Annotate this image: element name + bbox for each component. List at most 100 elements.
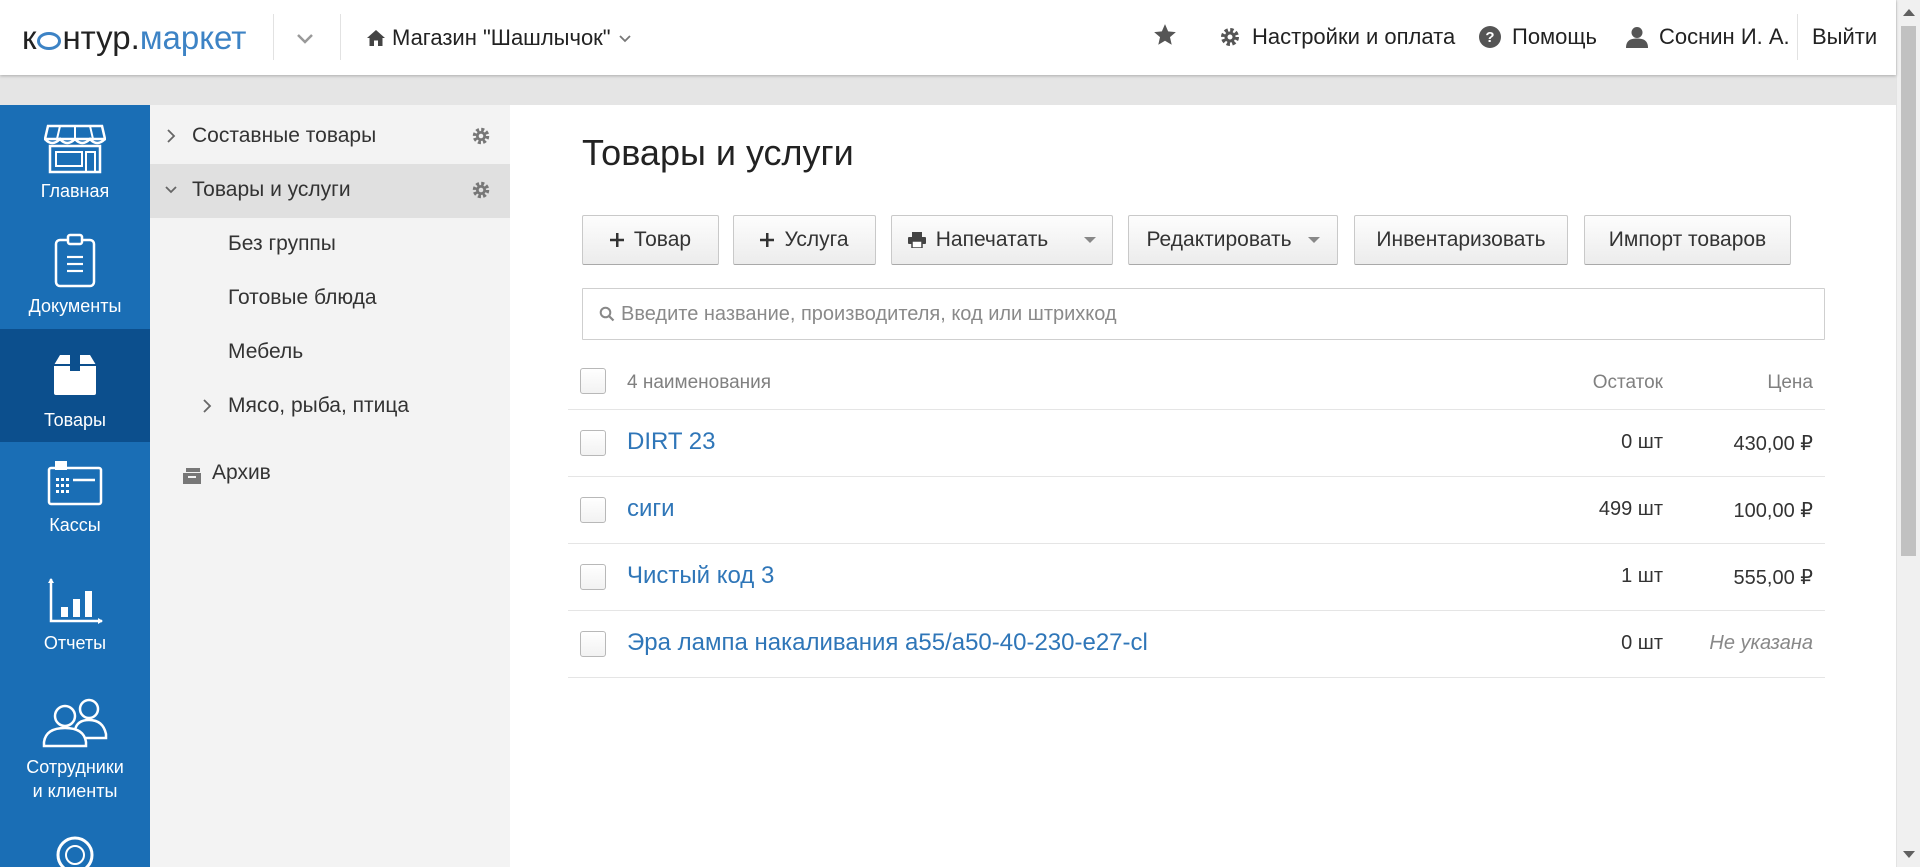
search-input[interactable] bbox=[621, 301, 1801, 327]
favorites-button[interactable] bbox=[1152, 22, 1178, 53]
product-search-box[interactable] bbox=[582, 288, 1825, 340]
add-product-button[interactable]: Товар bbox=[582, 215, 719, 265]
store-selector[interactable]: Магазин "Шашлычок" bbox=[366, 25, 633, 51]
product-price: Не указана bbox=[1709, 632, 1813, 654]
main-content: Товары и услуги Товар Услуга Напечатать … bbox=[510, 105, 1896, 867]
row-checkbox[interactable] bbox=[580, 497, 606, 523]
nav-item-products[interactable]: Товары bbox=[0, 329, 150, 442]
product-price: 100,00 ₽ bbox=[1733, 500, 1813, 522]
group-item-goods-and-services[interactable]: Товары и услуги bbox=[150, 164, 510, 218]
chevron-right-icon[interactable] bbox=[200, 396, 214, 416]
scroll-down-arrow-icon[interactable] bbox=[1903, 851, 1915, 858]
logo-dot: . bbox=[130, 19, 140, 56]
nav-item-label: Документы bbox=[28, 296, 122, 316]
user-icon bbox=[1626, 27, 1648, 48]
logo-ring-icon bbox=[37, 32, 62, 50]
plus-icon bbox=[609, 233, 624, 247]
shop-icon bbox=[44, 124, 106, 174]
nav-item-more[interactable] bbox=[0, 835, 150, 867]
svg-text:?: ? bbox=[1485, 29, 1494, 46]
gear-icon[interactable] bbox=[470, 125, 492, 147]
product-name-link[interactable]: Чистый код 3 bbox=[627, 562, 774, 590]
group-item-furniture[interactable]: Мебель bbox=[150, 326, 510, 380]
nav-item-home[interactable]: Главная bbox=[0, 105, 150, 217]
button-label: Инвентаризовать bbox=[1376, 228, 1546, 251]
product-price: 430,00 ₽ bbox=[1733, 433, 1813, 455]
page-scrollbar[interactable] bbox=[1896, 0, 1920, 867]
scrollbar-thumb[interactable] bbox=[1901, 26, 1916, 556]
button-label: Товар bbox=[633, 228, 692, 251]
column-header-price[interactable]: Цена bbox=[1767, 372, 1813, 394]
button-label: Напечатать bbox=[935, 228, 1049, 251]
column-header-stock[interactable]: Остаток bbox=[1593, 372, 1663, 394]
group-item-archive[interactable]: Архив bbox=[150, 447, 510, 501]
nav-item-staff-and-clients[interactable]: Сотрудники и клиенты bbox=[0, 666, 150, 816]
products-table: 4 наименования Остаток Цена DIRT 23 0 шт… bbox=[568, 355, 1825, 678]
group-item-composite-products[interactable]: Составные товары bbox=[150, 110, 510, 164]
help-circle-icon bbox=[56, 836, 94, 867]
import-products-button[interactable]: Импорт товаров bbox=[1584, 215, 1791, 265]
chevron-down-icon[interactable] bbox=[162, 180, 180, 200]
caret-down-icon bbox=[1084, 237, 1097, 243]
help-label: Помощь bbox=[1512, 24, 1597, 49]
settings-label: Настройки и оплата bbox=[1252, 24, 1456, 49]
group-label: Мебель bbox=[228, 340, 304, 363]
button-label: Редактировать bbox=[1146, 228, 1292, 251]
star-icon bbox=[1154, 24, 1176, 45]
print-button[interactable]: Напечатать bbox=[891, 215, 1113, 265]
nav-item-label-line1: Сотрудники bbox=[26, 757, 124, 777]
group-label: Мясо, рыба, птица bbox=[228, 394, 410, 417]
user-profile-link[interactable]: Соснин И. А. bbox=[1625, 24, 1790, 50]
people-icon bbox=[42, 698, 108, 748]
table-row: Эра лампа накаливания а55/а50-40-230-е27… bbox=[568, 611, 1825, 678]
product-name-link[interactable]: DIRT 23 bbox=[627, 428, 716, 456]
select-all-checkbox[interactable] bbox=[580, 368, 606, 394]
product-name-link[interactable]: Эра лампа накаливания а55/а50-40-230-е27… bbox=[627, 629, 1148, 657]
group-item-no-group[interactable]: Без группы bbox=[150, 218, 510, 272]
products-menu-toggle[interactable] bbox=[290, 24, 320, 54]
group-label: Архив bbox=[212, 461, 271, 484]
archive-icon bbox=[183, 468, 201, 484]
header-divider bbox=[273, 14, 274, 60]
top-header: к нтур.маркет Магазин "Шашлычок" Настройк… bbox=[0, 0, 1896, 75]
product-name-link[interactable]: сиги bbox=[627, 495, 675, 523]
logout-link[interactable]: Выйти bbox=[1812, 24, 1877, 50]
nav-item-label: Товары bbox=[44, 410, 106, 430]
scroll-up-arrow-icon[interactable] bbox=[1903, 9, 1915, 16]
box-icon bbox=[54, 355, 96, 395]
group-item-meat-fish-poultry[interactable]: Мясо, рыба, птица bbox=[150, 380, 510, 434]
nav-item-reports[interactable]: Отчеты bbox=[0, 554, 150, 666]
row-checkbox[interactable] bbox=[580, 430, 606, 456]
product-stock: 1 шт bbox=[1621, 565, 1663, 587]
row-checkbox[interactable] bbox=[580, 631, 606, 657]
help-link[interactable]: ? Помощь bbox=[1478, 24, 1597, 50]
chevron-right-icon[interactable] bbox=[164, 126, 178, 146]
gear-icon bbox=[1221, 28, 1239, 46]
product-stock: 0 шт bbox=[1621, 632, 1663, 654]
inventory-button[interactable]: Инвентаризовать bbox=[1354, 215, 1568, 265]
add-service-button[interactable]: Услуга bbox=[733, 215, 876, 265]
row-checkbox[interactable] bbox=[580, 564, 606, 590]
nav-item-documents[interactable]: Документы bbox=[0, 217, 150, 329]
clipboard-icon bbox=[54, 233, 96, 288]
logo-text-part3: маркет bbox=[139, 19, 247, 56]
group-label: Готовые блюда bbox=[228, 286, 377, 309]
items-count: 4 наименования bbox=[627, 372, 772, 393]
printer-icon bbox=[907, 232, 926, 248]
logo-text-part2: нтур bbox=[62, 19, 131, 56]
group-item-ready-meals[interactable]: Готовые блюда bbox=[150, 272, 510, 326]
bar-chart-icon bbox=[48, 578, 103, 624]
table-header: 4 наименования Остаток Цена bbox=[568, 355, 1825, 410]
product-groups-panel: Составные товары Товары и услуги Без гру… bbox=[150, 105, 510, 867]
question-circle-icon: ? bbox=[1479, 26, 1501, 48]
button-label: Импорт товаров bbox=[1608, 228, 1767, 251]
settings-and-payment-link[interactable]: Настройки и оплата bbox=[1218, 24, 1455, 50]
nav-item-cash-registers[interactable]: Кассы bbox=[0, 442, 150, 554]
kontur-market-logo[interactable]: к нтур.маркет bbox=[22, 18, 246, 58]
product-stock: 0 шт bbox=[1621, 431, 1663, 453]
edit-button[interactable]: Редактировать bbox=[1128, 215, 1338, 265]
chevron-down-icon bbox=[618, 35, 631, 43]
main-nav-sidebar: Главная Документы Товары Кассы Отчеты Со… bbox=[0, 105, 150, 867]
nav-item-label: Кассы bbox=[49, 515, 101, 535]
gear-icon[interactable] bbox=[470, 179, 492, 201]
